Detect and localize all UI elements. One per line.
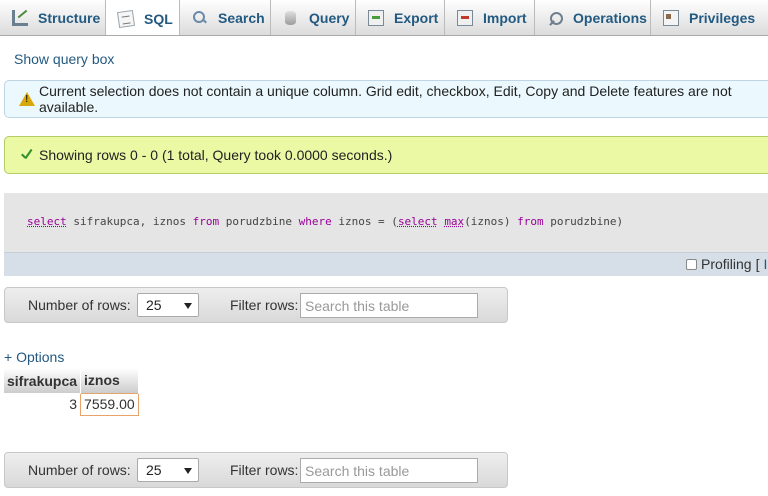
sql-part: iznos = ( (331, 215, 398, 228)
rows-select-value: 25 (146, 297, 162, 313)
tab-export[interactable]: Export (356, 0, 445, 35)
sql-icon (116, 9, 136, 28)
filter-rows-label: Filter rows: (230, 297, 299, 313)
warning-text: Current selection does not contain a uni… (39, 83, 732, 115)
result-table: sifrakupca iznos 3 7559.00 (4, 368, 139, 416)
tab-label: SQL (144, 10, 173, 27)
column-header-iznos[interactable]: iznos (80, 368, 139, 393)
table-cell[interactable]: 7559.00 (80, 392, 139, 416)
chevron-down-icon (184, 468, 192, 474)
tab-label: Operations (573, 10, 647, 26)
column-header-sifrakupca[interactable]: sifrakupca (4, 368, 82, 393)
filter-rows-input[interactable] (300, 458, 478, 483)
success-text: Showing rows 0 - 0 (1 total, Query took … (39, 147, 393, 163)
tab-import[interactable]: Import (445, 0, 535, 35)
navigation-bar-bottom: Number of rows: 25 Filter rows: (4, 452, 508, 488)
show-query-box-link[interactable]: Show query box (14, 51, 114, 67)
sql-part[interactable]: select (27, 215, 67, 228)
profiling-control: Profiling [ In (686, 256, 768, 272)
sql-part[interactable]: select (398, 215, 438, 228)
tab-structure[interactable]: Structure (0, 0, 106, 35)
query-icon (283, 10, 299, 26)
operations-icon (547, 10, 563, 26)
table-row: 3 7559.00 (4, 392, 139, 416)
tab-label: Privileges (689, 10, 756, 26)
filter-rows-input[interactable] (300, 293, 478, 318)
chevron-down-icon (184, 303, 192, 309)
tab-label: Structure (38, 10, 101, 26)
profiling-checkbox[interactable] (686, 258, 697, 270)
profiling-label: Profiling (701, 256, 752, 272)
sql-query-panel: select sifrakupca, iznos from porudzbine… (4, 193, 768, 276)
tab-operations[interactable]: Operations (535, 0, 651, 35)
sql-part: where (298, 215, 332, 228)
sql-part: (iznos) (464, 215, 518, 228)
tab-search[interactable]: Search (180, 0, 271, 35)
sql-part: from (517, 215, 544, 228)
warning-notice: Current selection does not contain a uni… (4, 80, 768, 118)
rows-select-value: 25 (146, 462, 162, 478)
search-icon (192, 10, 208, 26)
sql-query-text[interactable]: select sifrakupca, iznos from porudzbine… (27, 215, 623, 228)
privileges-icon (663, 10, 679, 26)
tab-bar: Structure SQL Search Query Export Import… (0, 0, 768, 36)
sql-part: from (192, 215, 220, 228)
sql-part: porudzbine (219, 215, 299, 228)
number-of-rows-label: Number of rows: (28, 462, 131, 478)
options-link[interactable]: + Options (4, 349, 64, 365)
table-header-row: sifrakupca iznos (4, 368, 139, 393)
tab-label: Export (394, 10, 439, 26)
import-icon (457, 10, 473, 26)
tab-privileges[interactable]: Privileges (651, 0, 768, 35)
number-of-rows-label: Number of rows: (28, 297, 131, 313)
inline-edit-link[interactable]: In (763, 256, 768, 272)
table-cell[interactable]: 3 (4, 393, 81, 415)
number-of-rows-select[interactable]: 25 (137, 458, 199, 482)
number-of-rows-select[interactable]: 25 (137, 293, 199, 317)
filter-rows-label: Filter rows: (230, 462, 299, 478)
sql-part: porudzbine) (543, 215, 624, 228)
profiling-bar: Profiling [ In (4, 252, 768, 276)
tab-label: Query (309, 10, 350, 26)
tab-query[interactable]: Query (271, 0, 356, 35)
sql-part: sifrakupca, iznos (66, 215, 193, 228)
export-icon (368, 10, 384, 26)
sql-part[interactable]: max (444, 215, 464, 228)
structure-icon (12, 10, 28, 26)
tab-label: Import (483, 10, 527, 26)
navigation-bar-top: Number of rows: 25 Filter rows: (4, 287, 508, 323)
tab-label: Search (218, 10, 265, 26)
profiling-bracket: [ (755, 256, 760, 272)
tab-sql[interactable]: SQL (106, 0, 180, 35)
check-icon (19, 147, 35, 163)
success-notice: Showing rows 0 - 0 (1 total, Query took … (4, 136, 768, 174)
warning-icon (19, 92, 35, 106)
